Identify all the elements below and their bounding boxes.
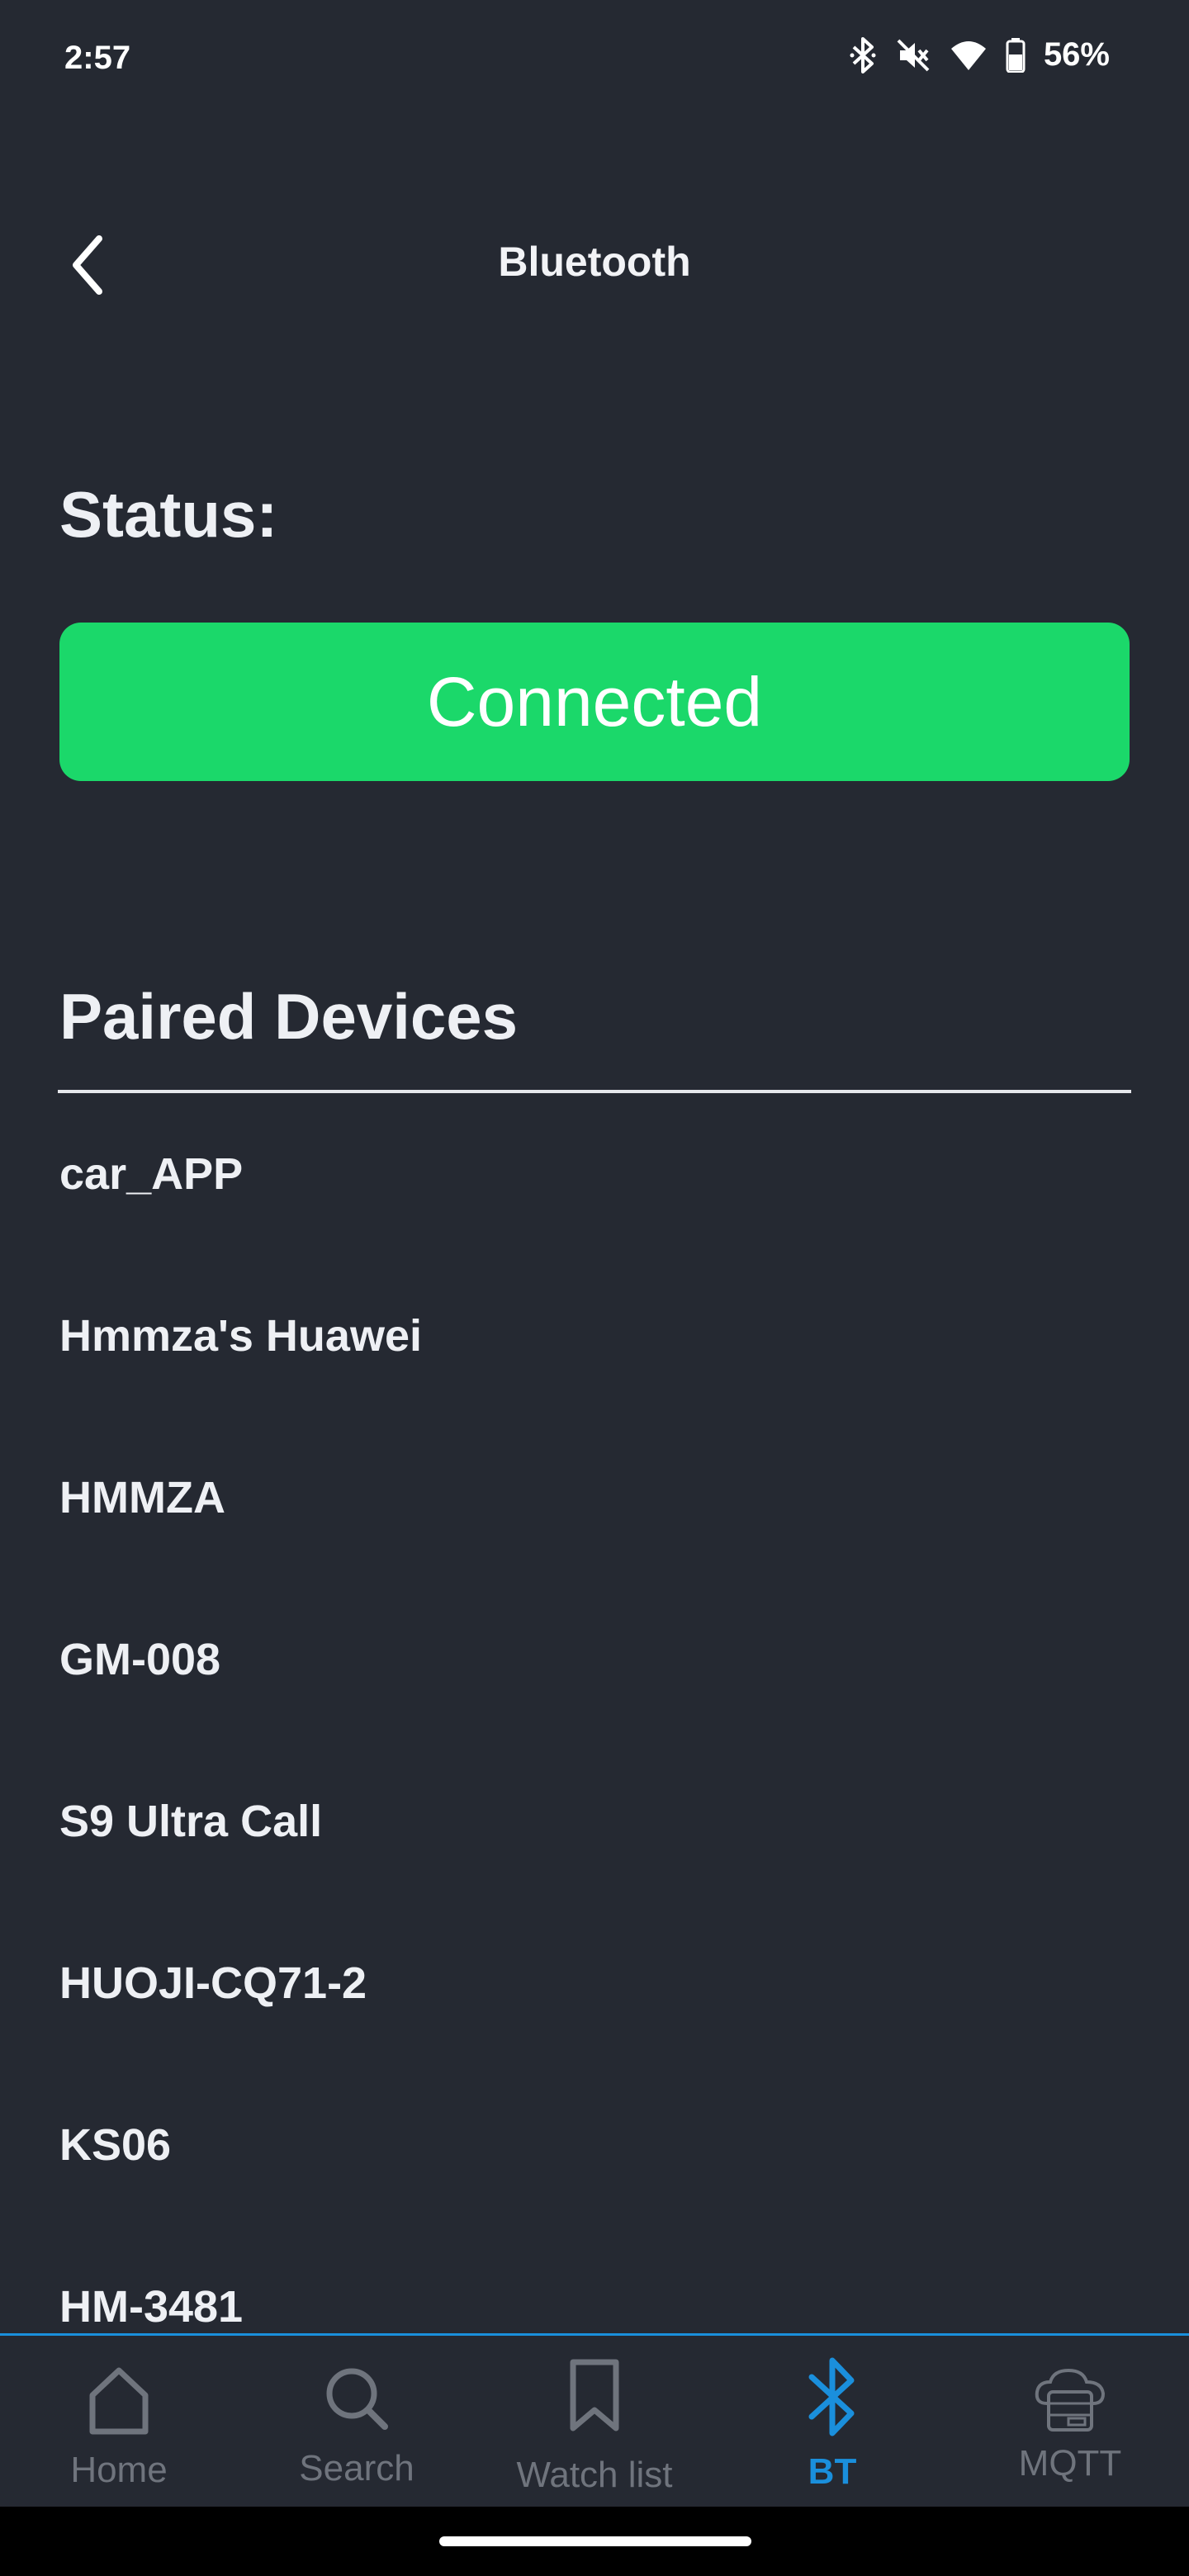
device-item[interactable]: car_APP bbox=[0, 1093, 1189, 1255]
nav-mqtt[interactable]: MQTT bbox=[951, 2336, 1189, 2509]
status-icons: 56% bbox=[849, 36, 1110, 73]
device-item[interactable]: HM-3481 bbox=[0, 2226, 1189, 2336]
nav-label: Home bbox=[70, 2450, 168, 2490]
nav-label: MQTT bbox=[1018, 2443, 1122, 2484]
battery-percent: 56% bbox=[1043, 36, 1110, 73]
cloud-server-icon bbox=[1035, 2368, 1106, 2432]
status-label: Status: bbox=[59, 478, 278, 551]
device-item[interactable]: GM-008 bbox=[0, 1579, 1189, 1740]
device-item[interactable]: S9 Ultra Call bbox=[0, 1740, 1189, 1902]
system-navigation-bar bbox=[0, 2507, 1189, 2576]
bookmark-icon bbox=[570, 2359, 619, 2432]
device-item[interactable]: HUOJI-CQ71-2 bbox=[0, 1902, 1189, 2064]
nav-label: Search bbox=[299, 2448, 414, 2488]
search-icon bbox=[326, 2368, 388, 2430]
nav-label: BT bbox=[808, 2451, 857, 2492]
screen: 2:57 56% Bluetooth Status: Connected Pai… bbox=[0, 0, 1189, 2576]
wifi-icon bbox=[950, 39, 988, 72]
bluetooth-icon bbox=[808, 2357, 855, 2436]
status-time: 2:57 bbox=[64, 40, 131, 76]
nav-home[interactable]: Home bbox=[0, 2336, 238, 2509]
page-title: Bluetooth bbox=[498, 239, 691, 285]
device-list: car_APP Hmmza's Huawei HMMZA GM-008 S9 U… bbox=[0, 1093, 1189, 2336]
paired-devices-title: Paired Devices bbox=[59, 980, 519, 1053]
nav-search[interactable]: Search bbox=[238, 2336, 476, 2509]
battery-icon bbox=[1006, 37, 1026, 73]
device-item[interactable]: Hmmza's Huawei bbox=[0, 1255, 1189, 1417]
mute-icon bbox=[895, 37, 931, 73]
bluetooth-status-icon bbox=[849, 36, 877, 73]
app-bar: Bluetooth bbox=[0, 198, 1189, 330]
nav-bt[interactable]: BT bbox=[713, 2336, 951, 2509]
nav-label: Watch list bbox=[516, 2455, 673, 2495]
connection-status-button[interactable]: Connected bbox=[59, 623, 1130, 781]
status-bar: 2:57 56% bbox=[0, 0, 1189, 116]
gesture-handle[interactable] bbox=[439, 2536, 751, 2546]
bottom-navigation: Home Search Watch list BT MQTT bbox=[0, 2333, 1189, 2507]
home-icon bbox=[89, 2367, 149, 2435]
device-item[interactable]: KS06 bbox=[0, 2064, 1189, 2226]
nav-watch-list[interactable]: Watch list bbox=[476, 2336, 713, 2509]
device-item[interactable]: HMMZA bbox=[0, 1417, 1189, 1579]
